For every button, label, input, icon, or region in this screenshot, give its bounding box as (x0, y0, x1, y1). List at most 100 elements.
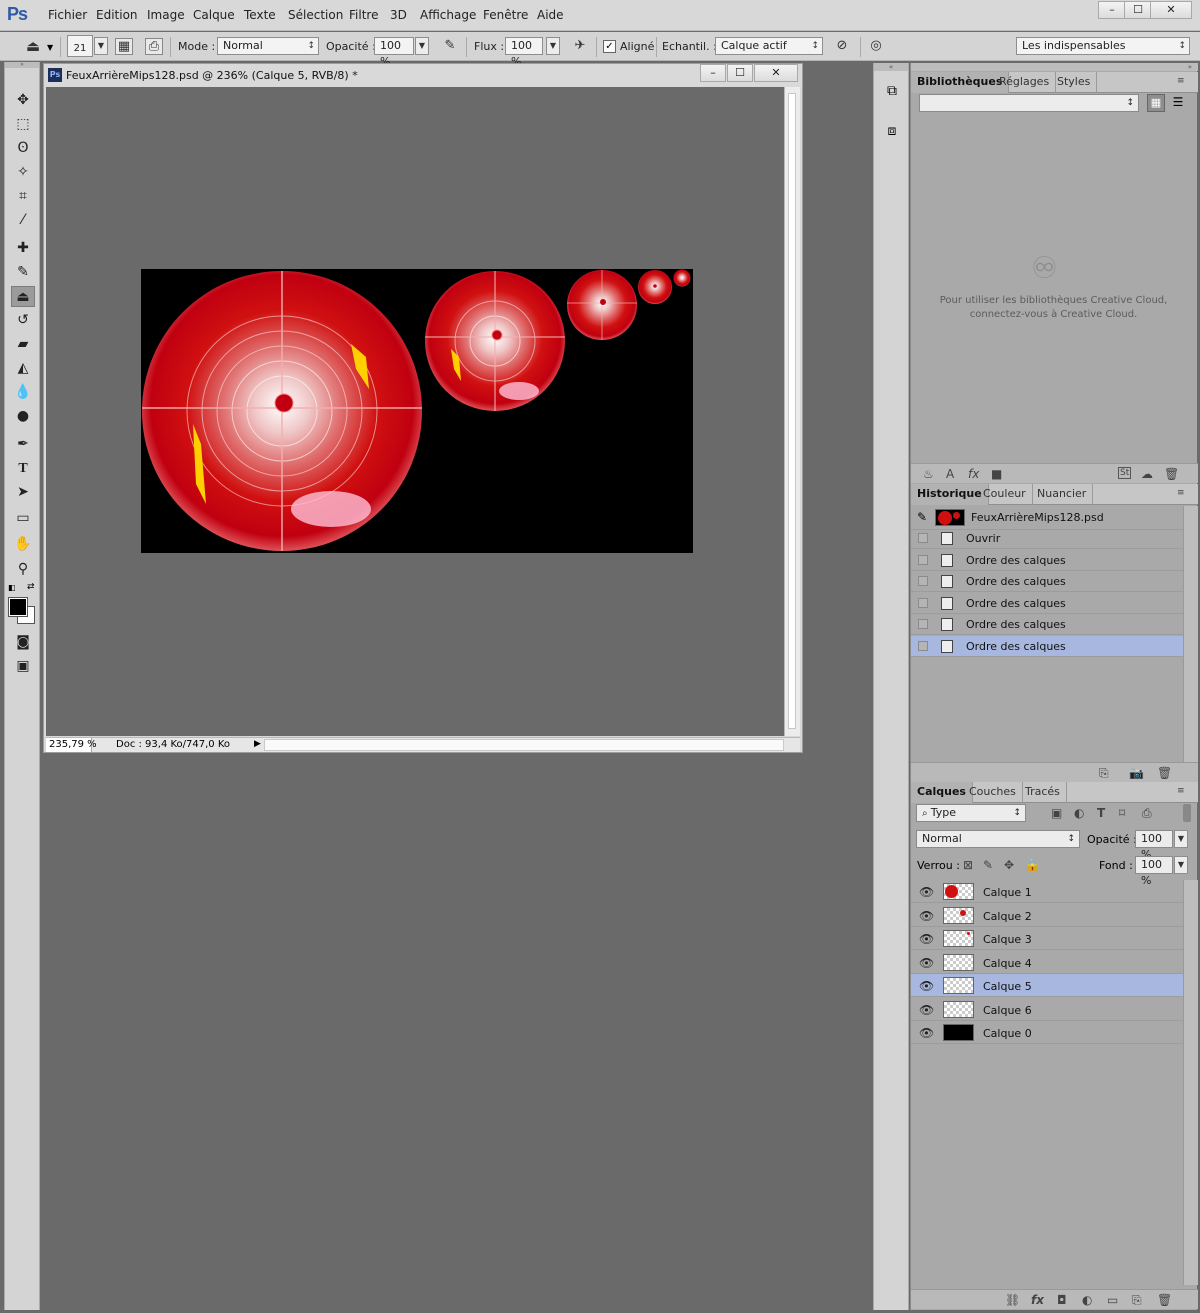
document-vertical-scrollbar[interactable] (784, 87, 800, 736)
add-color-icon[interactable]: ■ (991, 467, 1002, 481)
magic-wand-icon[interactable]: ✧ (11, 162, 35, 183)
marquee-icon[interactable]: ⬚ (11, 114, 35, 135)
crop-icon[interactable]: ⌗ (11, 186, 35, 207)
menu-fichier[interactable]: Fichier (48, 8, 87, 22)
filter-smart-object-icon[interactable]: ⎙ (1142, 806, 1152, 821)
opacity-input[interactable]: 100 % (374, 37, 414, 68)
history-brush-source-checkbox[interactable] (918, 554, 928, 565)
history-item[interactable]: Ordre des calques (911, 636, 1183, 657)
filter-adjustment-icon[interactable]: ◐ (1074, 806, 1084, 820)
tab-nuancier[interactable]: Nuancier (1031, 484, 1094, 505)
layer-row[interactable]: 👁 Calque 4 (911, 951, 1183, 974)
grid-view-icon[interactable]: ▦ (1147, 94, 1165, 112)
history-item[interactable]: Ouvrir (911, 528, 1183, 549)
eraser-icon[interactable]: ▰ (11, 334, 35, 355)
workspace-select[interactable]: Les indispensables (1016, 37, 1190, 55)
brush-picker-arrow-icon[interactable]: ▼ (94, 37, 108, 55)
layer-row[interactable]: 👁 Calque 2 (911, 904, 1183, 927)
new-document-from-state-icon[interactable]: ⎘ (1099, 766, 1109, 781)
tab-couleur[interactable]: Couleur (977, 484, 1033, 505)
flux-input[interactable]: 100 % (505, 37, 543, 68)
lock-all-icon[interactable]: 🔒 (1025, 858, 1040, 872)
default-colors-icon[interactable]: ◧ (8, 583, 16, 592)
tab-traces[interactable]: Tracés (1019, 782, 1067, 803)
menu-filtre[interactable]: Filtre (349, 8, 378, 22)
lock-transparency-icon[interactable]: ⊠ (963, 858, 973, 872)
add-mask-icon[interactable]: ◘ (1057, 1293, 1067, 1307)
filter-pixel-icon[interactable]: ▣ (1051, 806, 1062, 820)
layer-row[interactable]: 👁 Calque 6 (911, 998, 1183, 1021)
filter-shape-icon[interactable]: ⌑ (1119, 806, 1125, 820)
rectangle-icon[interactable]: ▭ (11, 508, 35, 529)
eyedropper-icon[interactable]: ⁄ (11, 210, 35, 231)
add-graphic-icon[interactable]: ♨ (923, 467, 934, 481)
sample-select[interactable]: Calque actif (715, 37, 823, 55)
menu-3d[interactable]: 3D (390, 8, 407, 22)
brush-size-picker[interactable]: 21 (67, 35, 93, 57)
new-adjustment-layer-icon[interactable]: ◐ (1082, 1293, 1092, 1307)
tab-reglages[interactable]: Réglages (993, 72, 1057, 93)
menu-fenetre[interactable]: Fenêtre (483, 8, 528, 22)
history-delete-icon[interactable]: 🗑 (1157, 766, 1172, 780)
tool-preset-arrow-icon[interactable]: ▼ (47, 43, 53, 52)
menu-aide[interactable]: Aide (537, 8, 564, 22)
layer-filter-select[interactable]: ⌕ Type ↕ (916, 804, 1026, 822)
clone-source-dock-icon[interactable]: ⧉ (883, 83, 901, 105)
menu-edition[interactable]: Edition (96, 8, 138, 22)
visibility-eye-icon[interactable]: 👁 (919, 932, 934, 946)
menu-calque[interactable]: Calque (193, 8, 235, 22)
layer-fill-arrow-icon[interactable]: ▼ (1174, 856, 1188, 874)
aligned-checkbox[interactable]: ✓ (603, 40, 616, 53)
pen-icon[interactable]: ✒ (11, 434, 35, 455)
mode-select[interactable]: Normal (217, 37, 319, 55)
paint-bucket-icon[interactable]: ◭ (11, 358, 35, 379)
libraries-panel-menu-icon[interactable]: ≡ (1177, 76, 1185, 86)
layer-row[interactable]: 👁 Calque 3 (911, 927, 1183, 950)
canvas-area[interactable] (46, 87, 784, 736)
brush-presets-dock-icon[interactable]: ⧈ (883, 123, 901, 145)
history-snapshot-row[interactable]: ✎ FeuxArrièreMips128.psd (911, 506, 1183, 530)
add-layer-style-icon[interactable]: fx (968, 467, 979, 481)
history-brush-icon[interactable]: ↺ (11, 310, 35, 331)
quick-mask-icon[interactable]: ◙ (11, 632, 35, 653)
hand-icon[interactable]: ✋ (11, 534, 35, 555)
history-brush-source-checkbox[interactable] (918, 641, 928, 651)
brush-panel-icon[interactable]: ▦ (115, 38, 133, 55)
path-select-icon[interactable]: ➤ (11, 482, 35, 503)
new-snapshot-icon[interactable]: 📷 (1129, 766, 1144, 780)
layer-opacity-arrow-icon[interactable]: ▼ (1174, 830, 1188, 848)
toolbox-collapse-icon[interactable]: » (5, 62, 39, 68)
new-group-icon[interactable]: ▭ (1107, 1293, 1118, 1307)
stock-icon[interactable]: St (1118, 467, 1132, 479)
history-item[interactable]: Ordre des calques (911, 550, 1183, 571)
history-scrollbar[interactable] (1183, 506, 1198, 762)
history-item[interactable]: Ordre des calques (911, 593, 1183, 614)
healing-icon[interactable]: ✚ (11, 238, 35, 259)
screen-mode-icon[interactable]: ▣ (11, 656, 35, 677)
vertical-scroll-thumb[interactable] (788, 93, 796, 729)
canvas-image[interactable] (141, 269, 693, 553)
library-select[interactable]: ↕ (919, 94, 1139, 112)
zoom-icon[interactable]: ⚲ (11, 559, 35, 580)
airbrush-icon[interactable]: ✈ (571, 38, 589, 55)
doc-maximize-button[interactable]: ☐ (727, 64, 753, 82)
foreground-color-swatch[interactable] (8, 597, 28, 617)
status-menu-arrow-icon[interactable]: ▶ (254, 739, 261, 749)
dock-collapse-icon[interactable]: « (874, 63, 908, 71)
ignore-adjustment-icon[interactable]: ⊘ (833, 38, 851, 55)
menu-selection[interactable]: Sélection (288, 8, 343, 22)
flux-arrow-icon[interactable]: ▼ (546, 37, 560, 55)
brush-icon[interactable]: ✎ (11, 262, 35, 283)
library-delete-icon[interactable]: 🗑 (1164, 467, 1179, 481)
app-minimize-button[interactable]: – (1098, 1, 1126, 19)
move-icon[interactable]: ✥ (11, 90, 35, 111)
layer-fill-input[interactable]: 100 % (1135, 856, 1173, 887)
history-brush-source-checkbox[interactable] (918, 576, 928, 587)
new-layer-icon[interactable]: ⎘ (1132, 1293, 1142, 1308)
history-panel-menu-icon[interactable]: ≡ (1177, 488, 1185, 498)
layer-style-icon[interactable]: fx (1031, 1293, 1044, 1307)
lasso-icon[interactable]: ʘ (11, 138, 35, 159)
history-brush-source-checkbox[interactable] (918, 533, 928, 543)
type-icon[interactable]: T (11, 458, 35, 479)
doc-close-button[interactable]: ✕ (754, 64, 798, 82)
